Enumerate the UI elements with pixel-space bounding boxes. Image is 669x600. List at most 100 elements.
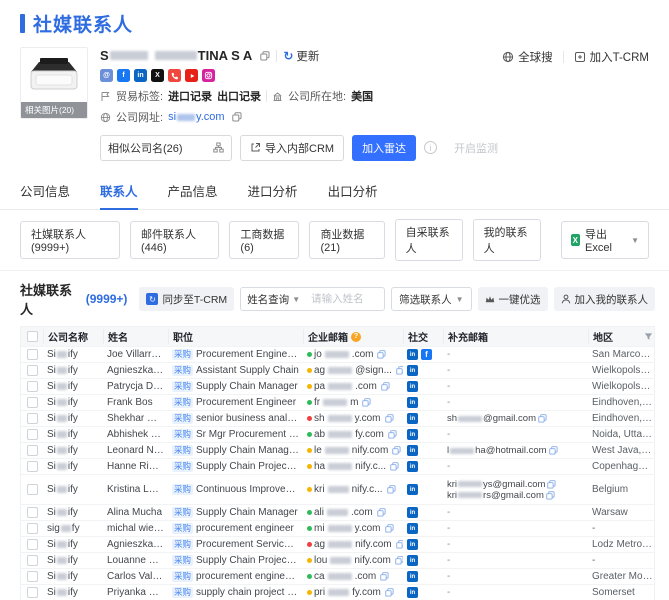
row-checkbox[interactable] [26,555,38,566]
copy-icon[interactable] [548,446,558,455]
import-record-link[interactable]: 进口记录 [168,88,212,104]
row-checkbox[interactable] [26,365,38,376]
copy-icon[interactable] [260,50,270,61]
copy-icon[interactable] [385,588,394,597]
copy-icon[interactable] [376,508,386,517]
extra-email: sh @gmail.com [447,413,547,424]
copy-icon[interactable] [396,366,403,375]
copy-icon[interactable] [395,540,403,549]
subtab-6[interactable]: 我的联系人 [472,219,541,261]
select-all-checkbox[interactable] [26,331,38,342]
copy-icon[interactable] [392,446,401,455]
tab-2[interactable]: 联系人 [100,181,138,210]
row-checkbox[interactable] [26,413,38,424]
row-checkbox[interactable] [26,571,38,582]
linkedin-icon[interactable]: in [407,555,418,566]
similar-company-select[interactable]: 相似公司名(26) [100,134,232,161]
import-crm-button[interactable]: 导入内部CRM [240,134,345,161]
subtab-3[interactable]: 工商数据(6) [229,221,300,259]
tab-1[interactable]: 公司信息 [20,181,70,209]
linkedin-icon[interactable]: in [407,461,418,472]
subtab-1[interactable]: 社媒联系人(9999+) [20,221,120,259]
row-checkbox[interactable] [26,523,38,534]
linkedin-icon[interactable]: in [407,523,418,534]
filter-funnel-icon[interactable] [644,332,653,341]
linkedin-icon[interactable]: in [407,571,418,582]
copy-icon[interactable] [381,382,390,391]
copy-icon[interactable] [388,430,397,439]
add-my-contacts-button[interactable]: 加入我的联系人 [553,287,655,311]
copy-icon[interactable] [386,485,396,494]
filter-contacts-button[interactable]: 筛选联系人 ▼ [391,287,472,311]
job-title: Supply Chain Manager [196,381,298,392]
linkedin-icon[interactable]: in [407,349,418,360]
instagram-icon[interactable] [202,69,215,82]
join-tcrm-button[interactable]: 加入T-CRM [574,49,649,65]
global-search-button[interactable]: 全球搜 [502,49,553,65]
region-value: Warsaw [592,507,628,518]
export-record-link[interactable]: 出口记录 [217,88,261,104]
linkedin-icon[interactable]: in [407,484,418,495]
x-icon[interactable]: X [151,69,164,82]
copy-icon[interactable] [380,572,389,581]
tab-4[interactable]: 进口分析 [248,181,298,209]
copy-icon[interactable] [547,479,557,489]
one-click-optimize-button[interactable]: 一键优选 [477,287,548,311]
linkedin-icon[interactable]: in [407,397,418,408]
region-value: Wielkopolskie, Poland [592,365,653,376]
row-checkbox[interactable] [26,445,38,456]
linkedin-icon[interactable]: in [407,381,418,392]
name-search-input[interactable] [306,293,385,305]
linkedin-icon[interactable]: in [407,587,418,598]
info-icon[interactable]: i [424,141,438,154]
linkedin-icon[interactable]: in [407,413,418,424]
row-checkbox[interactable] [26,381,38,392]
linkedin-icon[interactable]: in [407,365,418,376]
phone-icon[interactable] [168,69,181,82]
linkedin-icon[interactable]: in [407,539,418,550]
youtube-icon[interactable] [185,69,198,82]
subtab-5[interactable]: 自采联系人 [394,219,463,261]
copy-icon[interactable] [538,414,547,423]
row-checkbox[interactable] [26,507,38,518]
copy-icon[interactable] [384,524,394,533]
copy-icon[interactable] [395,556,403,565]
copy-icon[interactable] [390,462,399,471]
copy-icon[interactable] [384,414,394,423]
extra-email: l ha@hotmail.com [447,445,558,456]
copy-icon[interactable] [546,490,555,500]
linkedin-icon[interactable]: in [407,445,418,456]
copy-icon[interactable] [362,398,372,407]
start-monitor-button[interactable]: 开启监测 [445,135,507,161]
tab-3[interactable]: 产品信息 [168,181,218,209]
linkedin-icon[interactable]: in [407,507,418,518]
facebook-icon[interactable]: f [117,69,130,82]
company-website-link[interactable]: si y.com [168,111,224,123]
row-checkbox[interactable] [26,484,38,495]
row-checkbox[interactable] [26,349,38,360]
subtab-4[interactable]: 商业数据(21) [309,221,385,259]
row-checkbox[interactable] [26,461,38,472]
facebook-icon[interactable]: f [421,349,432,360]
row-checkbox[interactable] [26,397,38,408]
refresh-button[interactable]: ↻ 更新 [283,48,319,64]
tab-5[interactable]: 出口分析 [328,181,378,209]
help-icon[interactable]: ? [351,331,361,342]
export-excel-button[interactable]: X 导出 Excel ▼ [560,221,650,259]
name-query-select[interactable]: 姓名查询 ▼ [241,292,306,307]
copy-icon[interactable] [377,350,387,359]
job-title-cell: 采购Sr Mgr Procurement For Led ... [168,429,303,440]
search-icon[interactable] [384,294,385,305]
linkedin-icon[interactable]: in [134,69,147,82]
refresh-icon: ↻ [283,48,294,63]
sync-tcrm-button[interactable]: ↻ 同步至T-CRM [139,287,235,311]
linkedin-icon[interactable]: in [407,429,418,440]
website-icon[interactable]: @ [100,69,113,82]
company-thumbnail[interactable]: 相关图片(20) [20,47,88,119]
copy-icon[interactable] [231,112,242,122]
subtab-2[interactable]: 邮件联系人(446) [129,221,220,259]
row-checkbox[interactable] [26,539,38,550]
row-checkbox[interactable] [26,429,38,440]
row-checkbox[interactable] [26,587,38,598]
join-radar-button[interactable]: 加入雷达 [352,134,417,161]
